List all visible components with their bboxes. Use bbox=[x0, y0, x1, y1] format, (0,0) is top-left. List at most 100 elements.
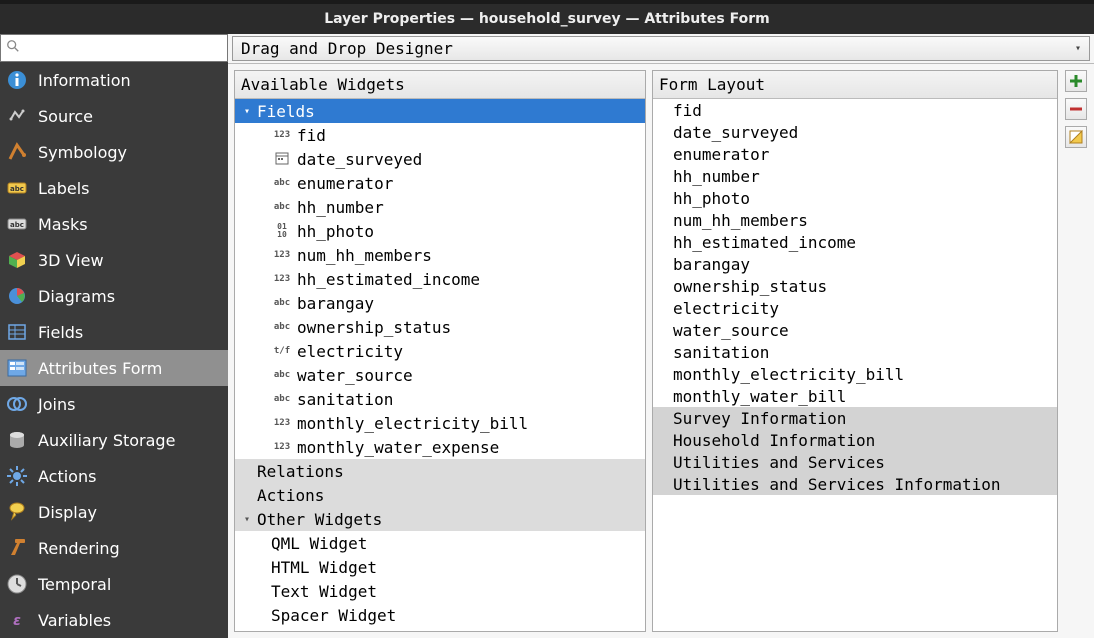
type-text-icon: abc bbox=[271, 322, 293, 332]
layout-field[interactable]: hh_photo bbox=[653, 187, 1057, 209]
type-int-icon: 123 bbox=[271, 130, 293, 140]
auxstorage-icon bbox=[4, 427, 30, 453]
sidebar-item-rendering[interactable]: Rendering bbox=[0, 530, 228, 566]
type-bool-icon: t/f bbox=[271, 346, 293, 356]
layout-group[interactable]: Survey Information bbox=[653, 407, 1057, 429]
available-field[interactable]: abcbarangay bbox=[235, 291, 645, 315]
sidebar-item-masks[interactable]: abcMasks bbox=[0, 206, 228, 242]
layout-item-name: monthly_water_bill bbox=[673, 387, 846, 406]
available-field[interactable]: t/f electricity bbox=[235, 339, 645, 363]
field-name: hh_estimated_income bbox=[297, 270, 480, 289]
other-widget[interactable]: Spacer Widget bbox=[235, 603, 645, 627]
layout-item-name: num_hh_members bbox=[673, 211, 808, 230]
layout-field[interactable]: water_source bbox=[653, 319, 1057, 341]
form-mode-label: Drag and Drop Designer bbox=[241, 39, 453, 58]
layout-group[interactable]: Utilities and Services bbox=[653, 451, 1057, 473]
sidebar-item-label: Variables bbox=[38, 611, 111, 630]
source-icon bbox=[4, 103, 30, 129]
remove-item-button[interactable] bbox=[1065, 98, 1087, 120]
layout-field[interactable]: barangay bbox=[653, 253, 1057, 275]
sidebar-item-display[interactable]: Display bbox=[0, 494, 228, 530]
sidebar-item-variables[interactable]: ε Variables bbox=[0, 602, 228, 638]
other-widget[interactable]: Text Widget bbox=[235, 579, 645, 603]
layout-field[interactable]: monthly_water_bill bbox=[653, 385, 1057, 407]
category-label: Fields bbox=[257, 102, 315, 121]
available-field[interactable]: date_surveyed bbox=[235, 147, 645, 171]
available-field[interactable]: 123 fid bbox=[235, 123, 645, 147]
sidebar-item-temporal[interactable]: Temporal bbox=[0, 566, 228, 602]
layout-group[interactable]: Utilities and Services Information bbox=[653, 473, 1057, 495]
available-field[interactable]: 0110hh_photo bbox=[235, 219, 645, 243]
form-mode-select[interactable]: Drag and Drop Designer ▾ bbox=[232, 36, 1090, 61]
sidebar-item-label: Information bbox=[38, 71, 131, 90]
type-int-icon: 123 bbox=[271, 418, 293, 428]
form-layout-body[interactable]: fiddate_surveyed enumeratorhh_numberhh_ph… bbox=[653, 99, 1057, 631]
field-name: fid bbox=[297, 126, 326, 145]
available-field[interactable]: 123num_hh_members bbox=[235, 243, 645, 267]
field-name: sanitation bbox=[297, 390, 393, 409]
other-widget[interactable]: QML Widget bbox=[235, 531, 645, 555]
category-label: Relations bbox=[257, 462, 344, 481]
layout-field[interactable]: fid bbox=[653, 99, 1057, 121]
type-text-icon: abc bbox=[271, 394, 293, 404]
sidebar-item-diagrams[interactable]: Diagrams bbox=[0, 278, 228, 314]
layout-item-name: fid bbox=[673, 101, 702, 120]
available-field[interactable]: abc sanitation bbox=[235, 387, 645, 411]
sidebar-item-fields[interactable]: Fields bbox=[0, 314, 228, 350]
temporal-icon bbox=[4, 571, 30, 597]
other-widget-name: Text Widget bbox=[271, 582, 377, 601]
other-widget-name: Spacer Widget bbox=[271, 606, 396, 625]
layout-item-name: enumerator bbox=[673, 145, 769, 164]
type-text-icon: abc bbox=[271, 202, 293, 212]
sidebar-item-label: Attributes Form bbox=[38, 359, 162, 378]
invert-selection-button[interactable] bbox=[1065, 126, 1087, 148]
available-field[interactable]: 123monthly_water_expense bbox=[235, 435, 645, 459]
sidebar-item-auxstorage[interactable]: Auxiliary Storage bbox=[0, 422, 228, 458]
field-name: monthly_electricity_bill bbox=[297, 414, 528, 433]
category-actions_cat[interactable]: Actions bbox=[235, 483, 645, 507]
layout-field[interactable]: monthly_electricity_bill bbox=[653, 363, 1057, 385]
layout-item-name: Utilities and Services bbox=[673, 453, 885, 472]
category-other-widgets[interactable]: ▾Other Widgets bbox=[235, 507, 645, 531]
main: Drag and Drop Designer ▾ Available Widge… bbox=[228, 34, 1094, 638]
layout-field[interactable]: hh_number bbox=[653, 165, 1057, 187]
available-field[interactable]: abcownership_status bbox=[235, 315, 645, 339]
chevron-down-icon: ▾ bbox=[1075, 43, 1081, 54]
other-widget[interactable]: HTML Widget bbox=[235, 555, 645, 579]
available-field[interactable]: abcwater_source bbox=[235, 363, 645, 387]
layout-field[interactable]: hh_estimated_income bbox=[653, 231, 1057, 253]
available-field[interactable]: 123 monthly_electricity_bill bbox=[235, 411, 645, 435]
sidebar-search[interactable] bbox=[0, 34, 228, 62]
add-item-button[interactable] bbox=[1065, 70, 1087, 92]
sidebar-item-source[interactable]: Source bbox=[0, 98, 228, 134]
sidebar-item-3dview[interactable]: 3D View bbox=[0, 242, 228, 278]
layout-field[interactable]: sanitation bbox=[653, 341, 1057, 363]
labels-icon: abc bbox=[4, 175, 30, 201]
layout-field[interactable]: ownership_status bbox=[653, 275, 1057, 297]
layout-group[interactable]: Household Information bbox=[653, 429, 1057, 451]
sidebar-item-labels[interactable]: abcLabels bbox=[0, 170, 228, 206]
sidebar-item-joins[interactable]: Joins bbox=[0, 386, 228, 422]
available-widgets-body[interactable]: ▾Fields123fiddate_surveyedabcenumeratora… bbox=[235, 99, 645, 631]
symbology-icon bbox=[4, 139, 30, 165]
form-layout-header: Form Layout bbox=[653, 71, 1057, 99]
search-input[interactable] bbox=[23, 40, 225, 56]
layout-field[interactable]: num_hh_members bbox=[653, 209, 1057, 231]
available-field[interactable]: 123hh_estimated_income bbox=[235, 267, 645, 291]
category-fields[interactable]: ▾Fields bbox=[235, 99, 645, 123]
sidebar-item-information[interactable]: Information bbox=[0, 62, 228, 98]
layout-field[interactable]: enumerator bbox=[653, 143, 1057, 165]
layout-field[interactable]: date_surveyed bbox=[653, 121, 1057, 143]
available-field[interactable]: abchh_number bbox=[235, 195, 645, 219]
category-relations_cat[interactable]: Relations bbox=[235, 459, 645, 483]
field-name: monthly_water_expense bbox=[297, 438, 499, 457]
svg-text:ε: ε bbox=[13, 613, 21, 629]
field-name: electricity bbox=[297, 342, 403, 361]
sidebar-item-symbology[interactable]: Symbology bbox=[0, 134, 228, 170]
sidebar-item-attributesform[interactable]: Attributes Form bbox=[0, 350, 228, 386]
sidebar-item-actions[interactable]: Actions bbox=[0, 458, 228, 494]
available-field[interactable]: abcenumerator bbox=[235, 171, 645, 195]
sidebar-item-label: Display bbox=[38, 503, 97, 522]
layout-field[interactable]: electricity bbox=[653, 297, 1057, 319]
display-icon bbox=[4, 499, 30, 525]
